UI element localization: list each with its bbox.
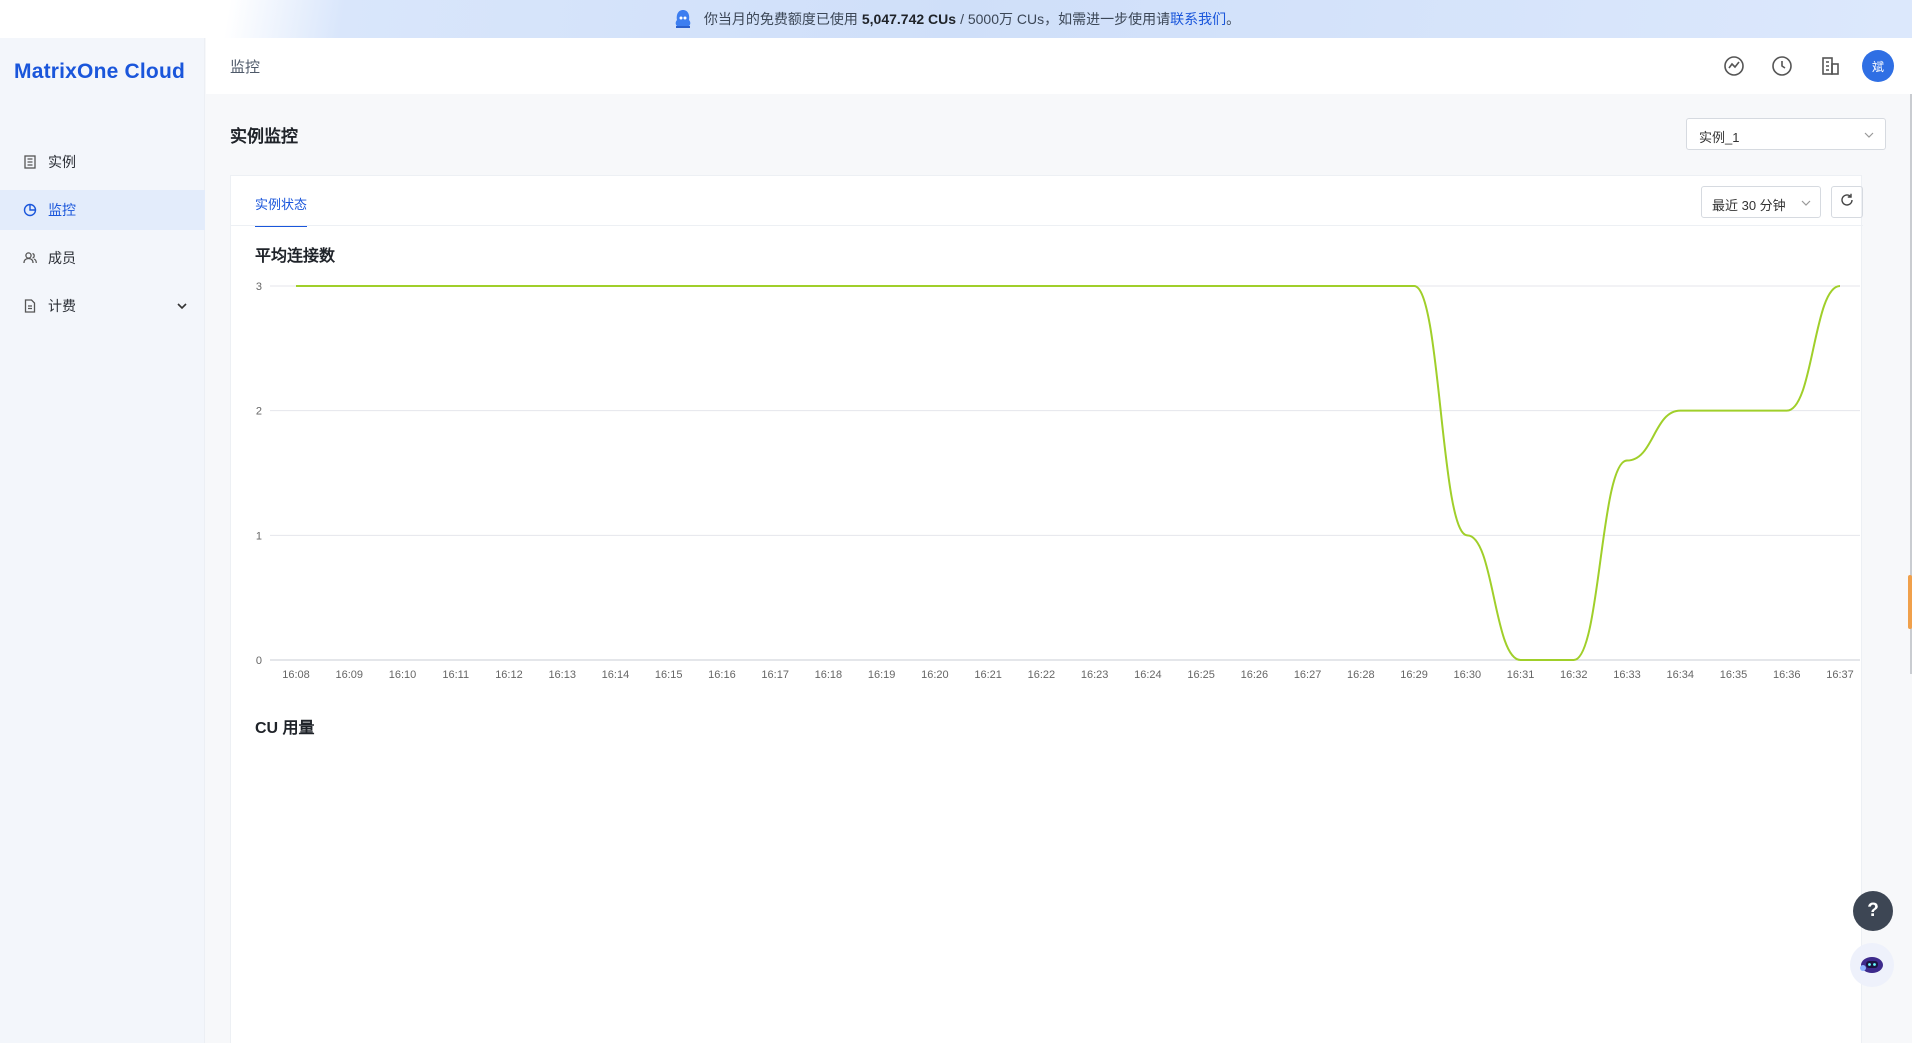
sidebar-item-monitor[interactable]: 监控 bbox=[0, 190, 205, 230]
x-tick-label: 16:18 bbox=[815, 669, 843, 681]
x-tick-label: 16:20 bbox=[921, 669, 949, 681]
robot-icon bbox=[1857, 948, 1887, 983]
instance-select-value: 实例_1 bbox=[1699, 130, 1740, 145]
sidebar-item-label: 成员 bbox=[48, 250, 76, 266]
sidebar-item-members[interactable]: 成员 bbox=[0, 238, 205, 278]
x-tick-label: 16:23 bbox=[1081, 669, 1109, 681]
x-tick-label: 16:13 bbox=[548, 669, 576, 681]
dashboard-icon[interactable] bbox=[1722, 54, 1746, 78]
x-tick-label: 16:25 bbox=[1187, 669, 1215, 681]
x-tick-label: 16:30 bbox=[1454, 669, 1482, 681]
x-tick-label: 16:08 bbox=[282, 669, 310, 681]
banner-prefix: 你当月的免费额度已使用 bbox=[703, 11, 858, 27]
x-tick-label: 16:24 bbox=[1134, 669, 1162, 681]
sidebar-item-label: 计费 bbox=[48, 298, 76, 314]
x-tick-label: 16:26 bbox=[1241, 669, 1269, 681]
x-tick-label: 16:17 bbox=[761, 669, 789, 681]
chevron-down-icon bbox=[1800, 197, 1812, 209]
billing-icon bbox=[22, 298, 38, 314]
contact-us-link[interactable]: 联系我们 bbox=[1170, 9, 1226, 29]
time-range-select[interactable]: 最近 30 分钟 bbox=[1701, 186, 1821, 218]
avatar[interactable]: 斌 bbox=[1862, 50, 1894, 82]
x-tick-label: 16:09 bbox=[335, 669, 363, 681]
y-tick-label: 0 bbox=[256, 655, 262, 667]
x-tick-label: 16:19 bbox=[868, 669, 896, 681]
quota-banner: 你当月的免费额度已使用 5,047.742 CUs / 5000万 CUs，如需… bbox=[0, 0, 1912, 38]
instance-select[interactable]: 实例_1 bbox=[1686, 118, 1886, 150]
breadcrumb: 监控 bbox=[230, 59, 261, 76]
sidebar-item-billing[interactable]: 计费 bbox=[0, 286, 205, 326]
x-tick-label: 16:22 bbox=[1028, 669, 1056, 681]
help-button[interactable]: ? bbox=[1853, 891, 1893, 931]
x-tick-label: 16:11 bbox=[442, 669, 469, 681]
page-title: 实例监控 bbox=[230, 127, 298, 146]
banner-suffix: 。 bbox=[1226, 11, 1241, 27]
x-tick-label: 16:14 bbox=[602, 669, 630, 681]
x-tick-label: 16:15 bbox=[655, 669, 683, 681]
banner-quota: / 5000万 CUs，如需进一步使用请 bbox=[960, 11, 1171, 27]
refresh-icon bbox=[1839, 192, 1855, 213]
side-drawer-handle[interactable] bbox=[1908, 575, 1912, 629]
sidebar-item-label: 监控 bbox=[48, 202, 76, 218]
chevron-down-icon bbox=[1863, 129, 1875, 141]
time-range-value: 最近 30 分钟 bbox=[1712, 198, 1786, 213]
x-tick-label: 16:34 bbox=[1667, 669, 1695, 681]
refresh-button[interactable] bbox=[1831, 186, 1863, 218]
x-tick-label: 16:29 bbox=[1400, 669, 1428, 681]
connections-chart: 0 1 2 3 16:08 16:09 16:10 16:11 16:12 16:13 16:14 1… bbox=[256, 281, 1860, 681]
x-tick-label: 16:27 bbox=[1294, 669, 1322, 681]
assistant-button[interactable] bbox=[1850, 943, 1894, 987]
x-tick-label: 16:28 bbox=[1347, 669, 1375, 681]
sidebar: MatrixOne Cloud 实例 监控 成员 计费 bbox=[0, 38, 205, 1043]
x-tick-label: 16:12 bbox=[495, 669, 523, 681]
chevron-down-icon[interactable] bbox=[175, 299, 189, 313]
monitor-icon bbox=[22, 202, 38, 218]
y-tick-label: 3 bbox=[256, 281, 262, 293]
x-tick-label: 16:16 bbox=[708, 669, 736, 681]
sidebar-item-instances[interactable]: 实例 bbox=[0, 142, 205, 182]
x-tick-label: 16:37 bbox=[1826, 669, 1854, 681]
instance-icon bbox=[22, 154, 38, 170]
history-icon[interactable] bbox=[1770, 54, 1794, 78]
y-tick-label: 1 bbox=[256, 530, 262, 542]
sidebar-item-label: 实例 bbox=[48, 154, 76, 170]
x-tick-label: 16:36 bbox=[1773, 669, 1801, 681]
organization-icon[interactable] bbox=[1818, 54, 1842, 78]
x-tick-label: 16:33 bbox=[1613, 669, 1641, 681]
tab-divider bbox=[231, 225, 1863, 226]
x-tick-label: 16:10 bbox=[389, 669, 417, 681]
logo[interactable]: MatrixOne Cloud bbox=[14, 60, 185, 84]
x-tick-label: 16:32 bbox=[1560, 669, 1588, 681]
members-icon bbox=[22, 250, 38, 266]
y-tick-label: 2 bbox=[256, 406, 262, 418]
top-header: 监控 斌 bbox=[206, 38, 1912, 94]
series-line bbox=[296, 285, 1841, 661]
x-tick-label: 16:21 bbox=[974, 669, 1002, 681]
tab-instance-status[interactable]: 实例状态 bbox=[255, 194, 308, 227]
chart-title-cu-usage: CU 用量 bbox=[255, 720, 315, 737]
chart-title-connections: 平均连接数 bbox=[255, 248, 336, 265]
x-tick-label: 16:31 bbox=[1507, 669, 1535, 681]
x-tick-label: 16:35 bbox=[1720, 669, 1748, 681]
banner-used: 5,047.742 CUs bbox=[861, 11, 957, 27]
mascot-icon bbox=[672, 8, 694, 30]
